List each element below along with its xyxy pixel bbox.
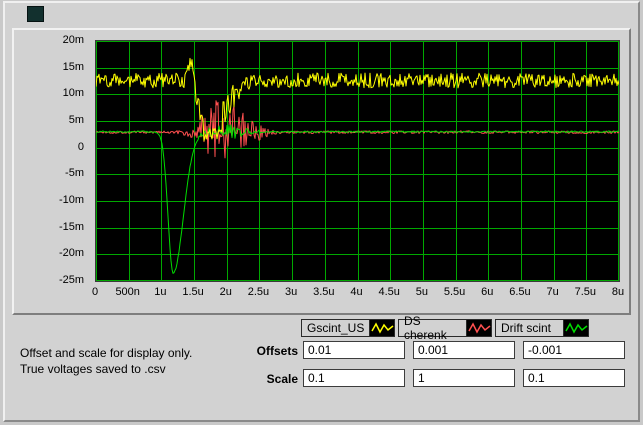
waveform-color-icon-ds-cherenk[interactable] xyxy=(466,320,491,336)
y-tick-label: -20m xyxy=(14,247,84,260)
legend-item-gscint-us[interactable]: Gscint_US xyxy=(301,319,395,337)
trace-ds-cherenk xyxy=(96,101,619,158)
scale-input-gscint-us[interactable] xyxy=(303,369,405,387)
offset-input-ds-cherenk[interactable] xyxy=(413,341,515,359)
x-axis-labels: 0500n1u1.5u2u2.5u3u3.5u4u4.5u5u5.5u6u6.5… xyxy=(95,286,620,300)
offset-input-gscint-us[interactable] xyxy=(303,341,405,359)
waveform-color-icon-drift-scint[interactable] xyxy=(563,320,588,336)
trace-gscint-us xyxy=(96,58,619,140)
plot-grid-and-traces xyxy=(96,41,619,281)
waveform-plot-area[interactable] xyxy=(95,40,620,282)
y-tick-label: 10m xyxy=(14,87,84,100)
help-text: Offset and scale for display only. True … xyxy=(20,345,192,377)
legend-item-ds-cherenk[interactable]: DS cherenk xyxy=(398,319,492,337)
y-tick-label: 20m xyxy=(14,34,84,47)
y-tick-label: -15m xyxy=(14,221,84,234)
help-line-1: Offset and scale for display only. xyxy=(20,345,192,361)
waveform-color-icon-gscint-us[interactable] xyxy=(369,320,394,336)
offset-input-drift-scint[interactable] xyxy=(523,341,625,359)
x-tick-label: 8u xyxy=(593,286,643,299)
scale-input-drift-scint[interactable] xyxy=(523,369,625,387)
offsets-label: Offsets xyxy=(238,344,298,358)
y-tick-label: -10m xyxy=(14,194,84,207)
legend-label-ds-cherenk: DS cherenk xyxy=(404,314,466,342)
y-tick-label: 0 xyxy=(14,141,84,154)
y-axis-labels: 20m15m10m5m0-5m-10m-15m-20m-25m xyxy=(14,40,89,282)
legend-label-drift-scint: Drift scint xyxy=(501,321,551,335)
grid-lines xyxy=(96,41,619,281)
waveform-graph-frame: 20m15m10m5m0-5m-10m-15m-20m-25m 0500n1u1… xyxy=(12,28,631,315)
y-tick-label: 5m xyxy=(14,114,84,127)
legend-label-gscint-us: Gscint_US xyxy=(307,321,364,335)
y-tick-label: -5m xyxy=(14,167,84,180)
scale-input-ds-cherenk[interactable] xyxy=(413,369,515,387)
app-icon xyxy=(27,6,44,22)
help-line-2: True voltages saved to .csv xyxy=(20,361,192,377)
scale-label: Scale xyxy=(238,372,298,386)
trace-drift-scint xyxy=(96,125,619,274)
y-tick-label: 15m xyxy=(14,61,84,74)
legend-item-drift-scint[interactable]: Drift scint xyxy=(495,319,589,337)
